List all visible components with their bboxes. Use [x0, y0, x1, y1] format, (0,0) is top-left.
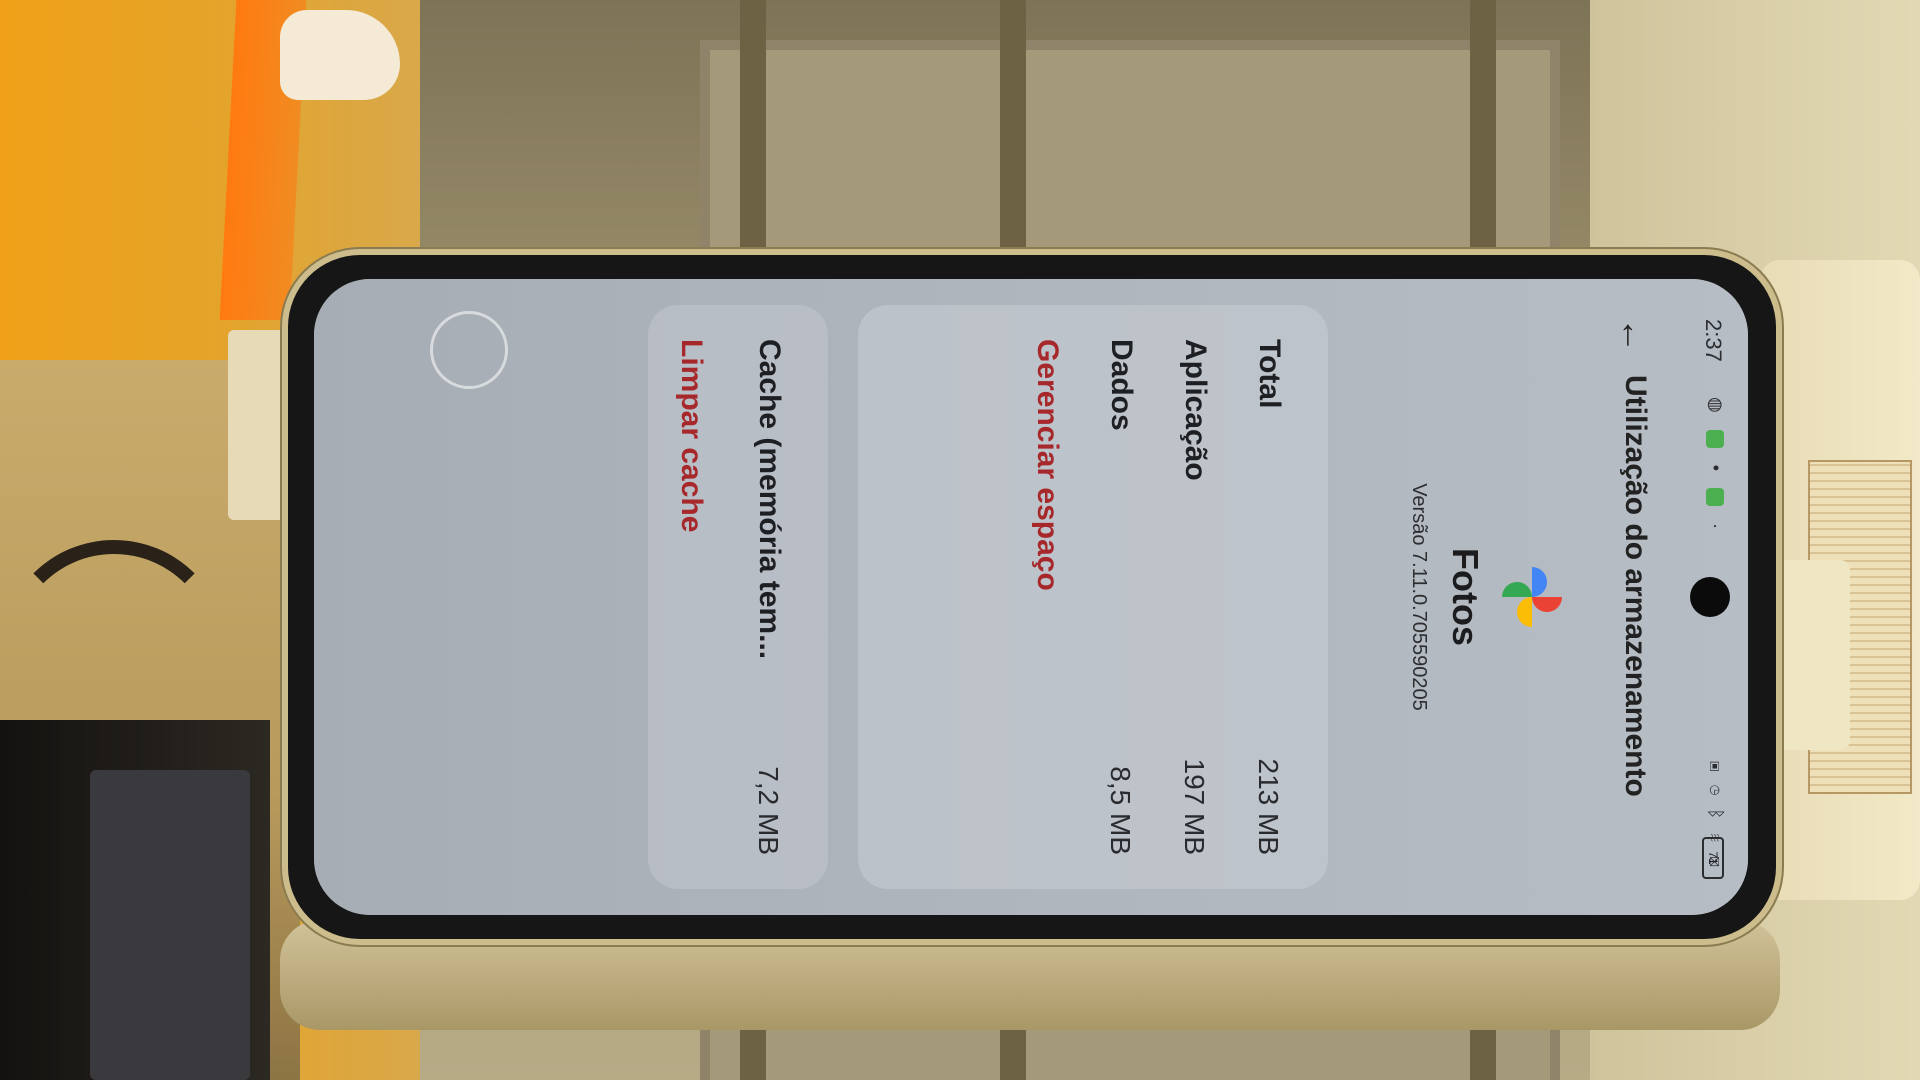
manage-space-button[interactable]: Gerenciar espaço: [1016, 339, 1076, 855]
app-size-label: Aplicação: [1179, 339, 1212, 481]
app-notification-icon: [1705, 429, 1724, 448]
title-bar: ← Utilização do armazenamento: [1588, 279, 1678, 915]
manage-space-label: Gerenciar espaço: [1031, 339, 1064, 591]
app-size-value: 197 MB: [1179, 758, 1210, 856]
data-size-value: 8,5 MB: [1105, 766, 1136, 855]
phone-device: 2:37 ◍ • · ▣ ◷ ᛒ ≋ ⊠ 71 ← Utilização do …: [288, 255, 1776, 939]
status-bar: 2:37 ◍ • · ▣ ◷ ᛒ ≋ ⊠ 71: [1678, 279, 1748, 915]
globe-icon: ◍: [1706, 397, 1726, 419]
dot-icon: •: [1706, 464, 1726, 478]
total-value: 213 MB: [1253, 758, 1284, 856]
cache-row: Cache (memória tem... 7,2 MB: [738, 339, 798, 855]
data-size-label: Dados: [1105, 339, 1138, 431]
nfc-icon: ▣: [1706, 760, 1726, 776]
back-button[interactable]: ←: [1608, 309, 1660, 361]
page-title: Utilização do armazenamento: [1619, 375, 1652, 797]
google-photos-pinwheel-icon: [1502, 567, 1562, 627]
camera-housing-face: [90, 770, 250, 1080]
app-name: Fotos: [1445, 548, 1486, 646]
storage-row-total: Total 213 MB: [1238, 339, 1298, 855]
status-notification-icons: ◍ • ·: [1705, 397, 1726, 535]
storage-row-data: Dados 8,5 MB: [1090, 339, 1150, 855]
white-cloth: [280, 10, 400, 100]
cache-card: Cache (memória tem... 7,2 MB Limpar cach…: [648, 305, 828, 889]
app-version: Versão 7.11.0.705590205: [1408, 483, 1430, 711]
more-icon: ·: [1706, 523, 1726, 536]
status-time: 2:37: [1701, 319, 1726, 362]
storage-usage-screen: 2:37 ◍ • · ▣ ◷ ᛒ ≋ ⊠ 71 ← Utilização do …: [314, 279, 1748, 915]
cache-label: Cache (memória tem...: [753, 339, 786, 660]
alarm-icon: ◷: [1706, 784, 1726, 800]
app-header: Fotos Versão 7.11.0.705590205: [1348, 279, 1578, 915]
storage-card: Total 213 MB Aplicação 197 MB Dados 8,5 …: [858, 305, 1328, 889]
clear-cache-label: Limpar cache: [675, 339, 708, 533]
phone-holder-left-clip: [228, 330, 294, 520]
clear-cache-button[interactable]: Limpar cache: [660, 339, 720, 855]
cache-value: 7,2 MB: [753, 766, 784, 855]
battery-icon: 71: [1702, 837, 1724, 879]
background-window-frame: [700, 40, 1560, 280]
phone-holder-clip: [1770, 560, 1850, 750]
floating-gesture-ring[interactable]: [430, 311, 508, 389]
app-notification-icon: [1705, 488, 1724, 507]
phone-screen: 2:37 ◍ • · ▣ ◷ ᛒ ≋ ⊠ 71 ← Utilização do …: [314, 279, 1748, 915]
total-label: Total: [1253, 339, 1286, 409]
bluetooth-icon: ᛒ: [1706, 808, 1726, 824]
storage-row-app: Aplicação 197 MB: [1164, 339, 1224, 855]
front-camera: [1690, 577, 1730, 617]
